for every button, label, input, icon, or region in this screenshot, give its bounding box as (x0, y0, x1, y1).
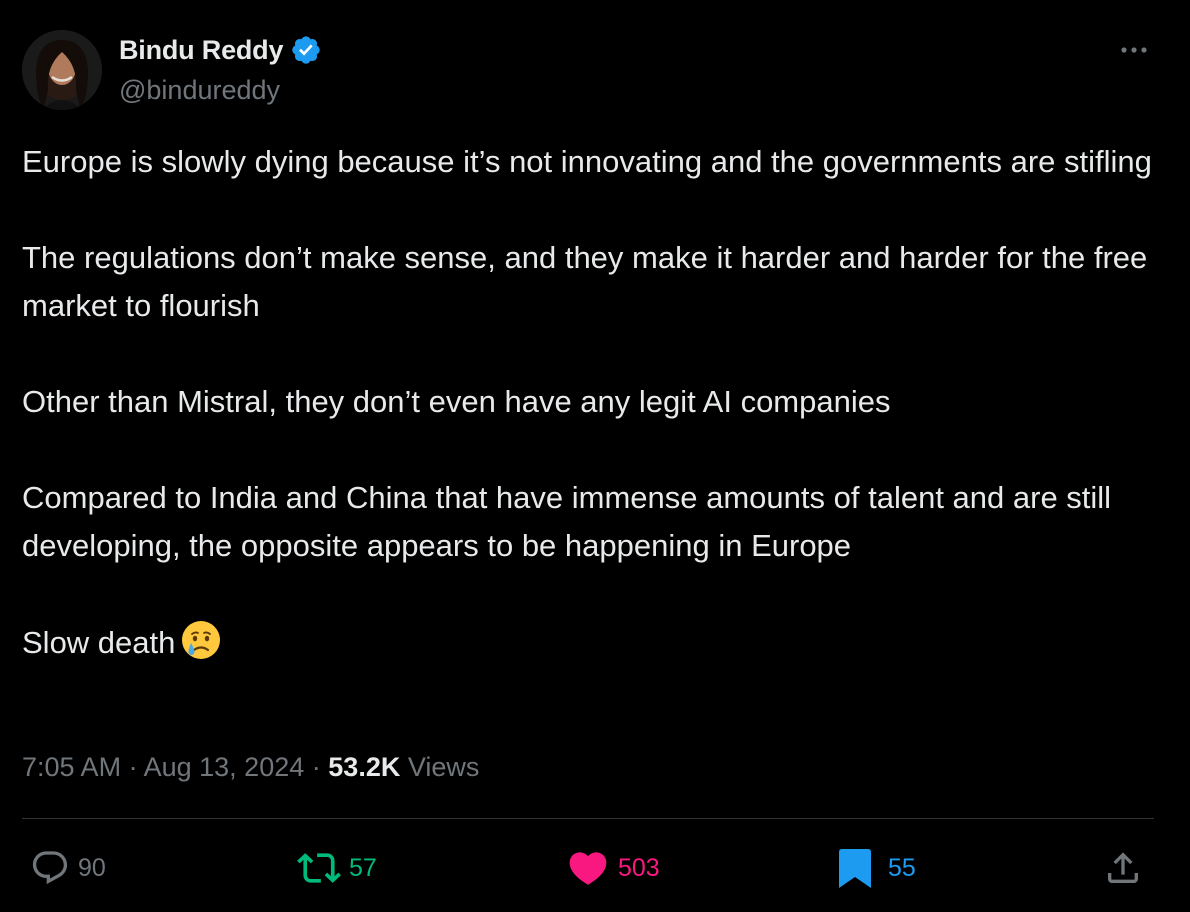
name-row: Bindu Reddy (119, 30, 322, 70)
tweet-paragraph: The regulations don’t make sense, and th… (22, 240, 1148, 323)
bookmark-button[interactable]: 55 (836, 840, 916, 896)
tweet-time[interactable]: 7:05 AM (22, 752, 121, 782)
bookmark-count: 55 (888, 853, 916, 882)
crying-face-emoji-icon (179, 618, 223, 662)
action-bar: 90 57 503 55 (0, 840, 1190, 896)
tweet-card: Bindu Reddy @bindureddy Europe is slowly… (0, 0, 1190, 912)
tweet-paragraph: Compared to India and China that have im… (22, 480, 1112, 563)
avatar-image (22, 30, 102, 110)
avatar[interactable] (22, 30, 102, 110)
meta-separator: · (128, 752, 138, 782)
share-button[interactable] (1103, 840, 1143, 896)
reply-icon (32, 851, 68, 885)
meta-separator: · (311, 752, 321, 782)
share-icon (1108, 852, 1138, 883)
tweet-paragraph: Europe is slowly dying because it’s not … (22, 144, 1152, 179)
retweet-icon (297, 853, 341, 883)
like-count: 503 (618, 853, 660, 882)
like-button[interactable]: 503 (566, 840, 660, 896)
display-name[interactable]: Bindu Reddy (119, 35, 283, 66)
retweet-count: 57 (349, 853, 377, 882)
tweet-paragraph: Slow death (22, 625, 176, 660)
tweet-paragraph: Other than Mistral, they don’t even have… (22, 384, 891, 419)
bookmark-icon (839, 849, 871, 888)
reply-count: 90 (78, 853, 106, 882)
heart-icon (569, 852, 607, 885)
more-options-icon[interactable] (1116, 36, 1156, 64)
views-label: Views (407, 752, 480, 782)
retweet-button[interactable]: 57 (297, 840, 377, 896)
tweet-date[interactable]: Aug 13, 2024 (144, 752, 305, 782)
author-block: Bindu Reddy @bindureddy (119, 30, 322, 110)
handle[interactable]: @bindureddy (119, 70, 322, 110)
divider (22, 818, 1154, 819)
verified-badge-icon[interactable] (290, 34, 322, 66)
tweet-text: Europe is slowly dying because it’s not … (22, 138, 1162, 667)
views-count: 53.2K (328, 752, 401, 782)
reply-button[interactable]: 90 (30, 840, 106, 896)
tweet-meta: 7:05 AM · Aug 13, 2024 · 53.2K Views (22, 745, 479, 789)
tweet-last-paragraph: Slow death (22, 618, 1162, 667)
